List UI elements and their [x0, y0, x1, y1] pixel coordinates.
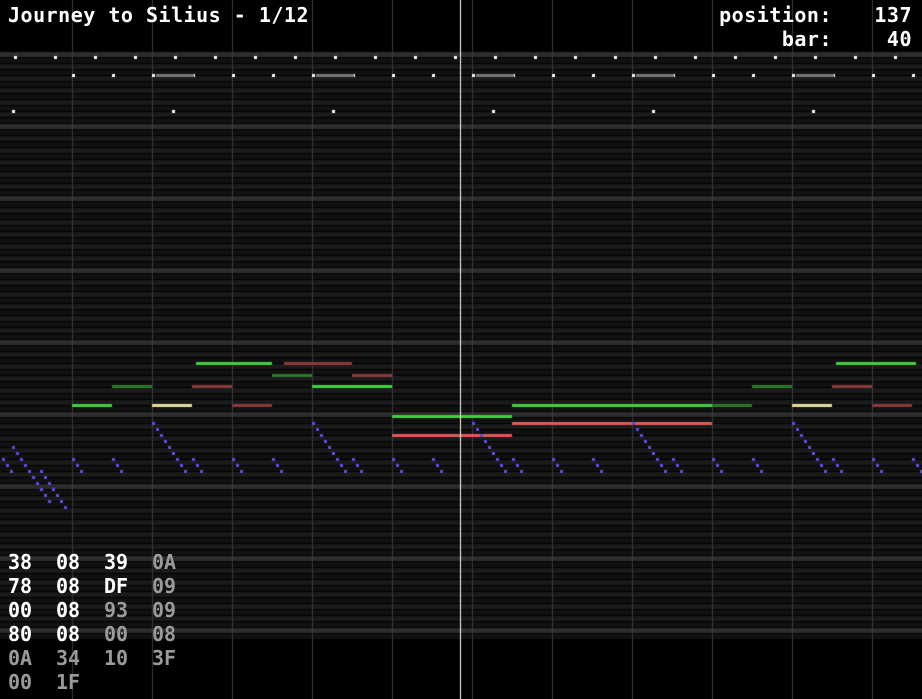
- register-value: 3F: [152, 646, 177, 670]
- register-value: 1F: [56, 670, 81, 694]
- register-value: 38: [8, 550, 33, 574]
- position-readout: position: 137: [719, 3, 912, 27]
- register-value: 93: [104, 598, 129, 622]
- register-value: 08: [56, 622, 81, 646]
- register-value: 00: [8, 598, 33, 622]
- register-row: 00 1F: [8, 670, 200, 694]
- position-value: 137: [874, 3, 912, 27]
- register-value: 80: [8, 622, 33, 646]
- position-label: position:: [719, 3, 832, 27]
- bar-value: 40: [886, 27, 912, 51]
- register-row: 80 08 00 08: [8, 622, 200, 646]
- register-value: 0A: [152, 550, 177, 574]
- apu-register-dump: 38 08 39 0A 78 08 DF 09 00 08 93 09 80 08 00 08 0A 34 10 3F…: [8, 550, 200, 694]
- register-value: 78: [8, 574, 33, 598]
- bar-label: bar:: [781, 27, 832, 51]
- bar-readout: bar: 40: [782, 27, 912, 51]
- register-row: 38 08 39 0A: [8, 550, 200, 574]
- register-value: 34: [56, 646, 81, 670]
- register-value: 08: [56, 598, 81, 622]
- register-value: 00: [104, 622, 129, 646]
- register-row: 00 08 93 09: [8, 598, 200, 622]
- song-title: Journey to Silius - 1/12: [8, 3, 309, 27]
- register-value: 08: [152, 622, 177, 646]
- register-row: 78 08 DF 09: [8, 574, 200, 598]
- register-value: 09: [152, 598, 177, 622]
- register-row: 0A 34 10 3F: [8, 646, 200, 670]
- register-value: 39: [104, 550, 129, 574]
- register-value: 10: [104, 646, 129, 670]
- register-value: 00: [8, 670, 33, 694]
- register-value: DF: [104, 574, 129, 598]
- register-value: 08: [56, 550, 81, 574]
- register-value: 09: [152, 574, 177, 598]
- register-value: 0A: [8, 646, 33, 670]
- register-value: 08: [56, 574, 81, 598]
